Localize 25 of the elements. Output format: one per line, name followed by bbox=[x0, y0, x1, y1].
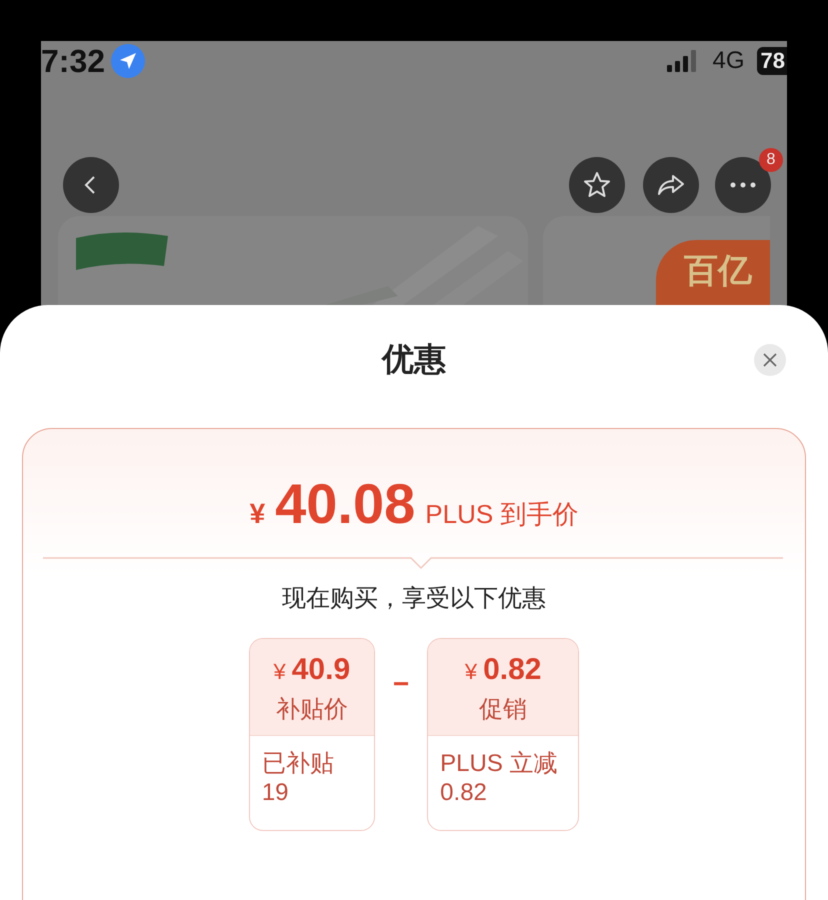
star-icon bbox=[582, 170, 612, 200]
minus-sign: − bbox=[392, 668, 410, 700]
final-price: 40.08 bbox=[275, 471, 416, 536]
discount-label: 促销 bbox=[478, 695, 528, 725]
discount-amount: 0.82 bbox=[483, 653, 542, 687]
signal-icon bbox=[666, 50, 696, 72]
discount-note: 已补贴 bbox=[262, 750, 335, 779]
sheet-title: 优惠 bbox=[382, 340, 446, 379]
ellipsis-icon bbox=[728, 180, 758, 190]
currency-sign: ¥ bbox=[273, 659, 286, 685]
battery-level: 78 bbox=[756, 47, 787, 75]
close-button[interactable] bbox=[754, 344, 786, 376]
discount-note: PLUS 立减 bbox=[440, 750, 559, 779]
offer-subtitle: 现在购买，享受以下优惠 bbox=[281, 584, 547, 614]
discount-note: 0.82 bbox=[440, 778, 488, 808]
price-label: PLUS 到手价 bbox=[425, 498, 578, 531]
currency-sign: ¥ bbox=[250, 498, 266, 530]
discount-amount: 40.9 bbox=[292, 653, 350, 687]
status-time: 7:32 bbox=[41, 42, 106, 80]
discount-label: 补贴价 bbox=[274, 695, 349, 725]
notification-badge: 8 bbox=[759, 148, 783, 172]
close-icon bbox=[763, 353, 777, 367]
currency-sign: ¥ bbox=[464, 659, 478, 685]
network-label: 4G bbox=[712, 47, 745, 75]
discount-note: 19 bbox=[262, 778, 290, 808]
